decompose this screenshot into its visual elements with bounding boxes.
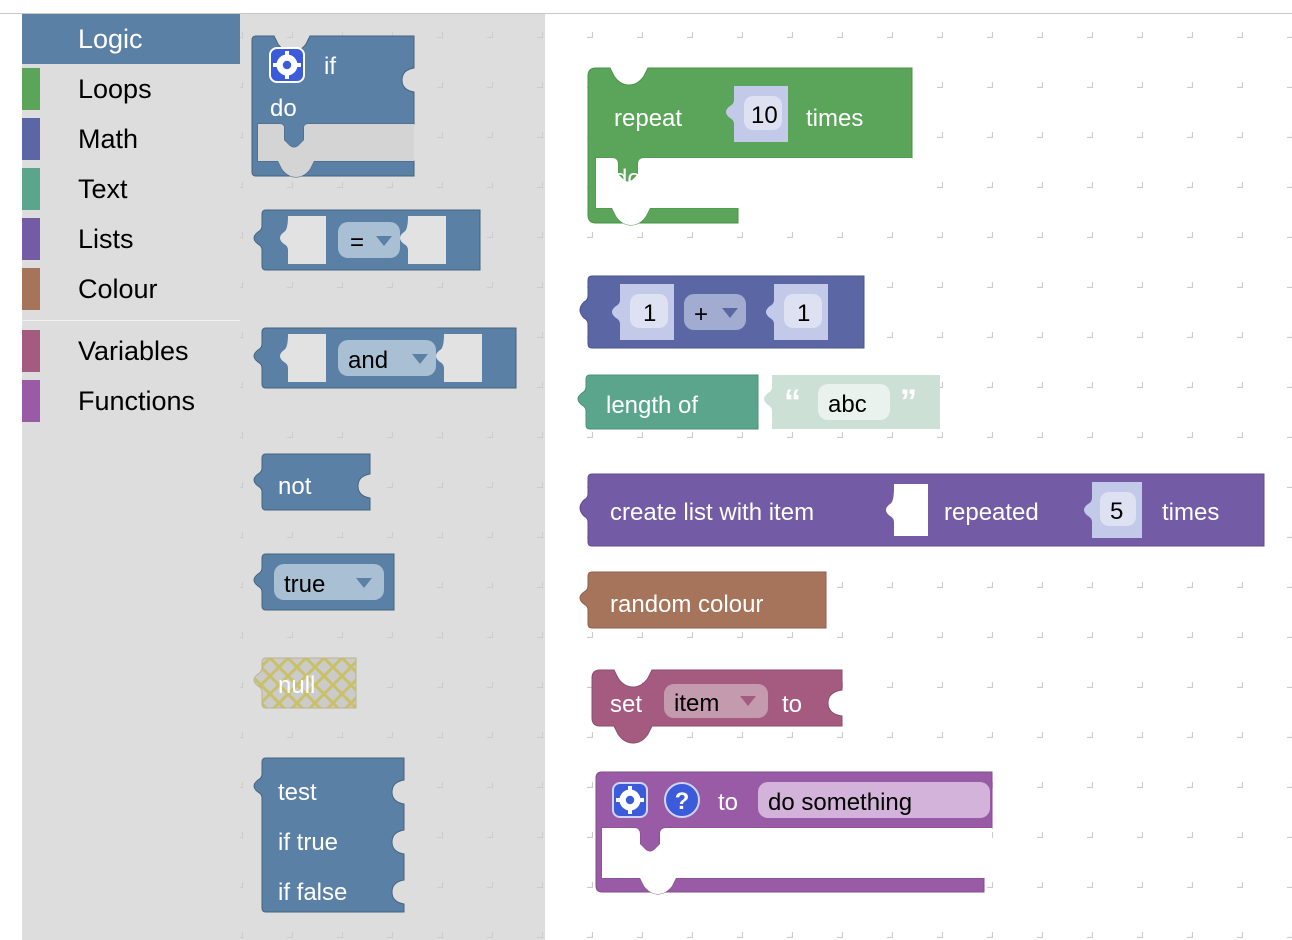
category-label: Functions xyxy=(78,385,196,416)
category-label: Colour xyxy=(78,273,158,304)
flyout-block-logic-compare[interactable]: = xyxy=(252,209,482,280)
ternary-test-label: test xyxy=(278,779,317,806)
category-colour-swatch xyxy=(22,380,40,422)
null-label: null xyxy=(278,672,315,699)
question-glyph: ? xyxy=(675,788,690,815)
lists-count-value: 5 xyxy=(1110,498,1123,525)
text-length-label: length of xyxy=(606,392,698,419)
variable-name: item xyxy=(674,690,719,717)
ternary-iffalse-label: if false xyxy=(278,879,347,906)
repeat-label: repeat xyxy=(614,105,682,132)
procedure-name: do something xyxy=(768,789,912,816)
workspace-block-procedure-def[interactable]: ? to do something xyxy=(595,771,1016,897)
procedure-to-label: to xyxy=(718,789,738,816)
workspace-block-colour-random[interactable]: random colour xyxy=(578,571,838,634)
set-label: set xyxy=(610,691,642,718)
text-value: abc xyxy=(828,391,867,418)
category-colour-swatch xyxy=(22,268,40,310)
times-label: times xyxy=(806,105,863,132)
toolbox-flyout[interactable]: if do = and not true null test if true i… xyxy=(240,14,545,940)
workspace-block-controls-repeat[interactable]: repeat 10 times do xyxy=(587,67,928,228)
flyout-block-logic-boolean[interactable]: true xyxy=(252,553,412,616)
boolean-dropdown-label: true xyxy=(284,571,325,598)
category-colour-swatch xyxy=(22,168,40,210)
colour-random-label: random colour xyxy=(610,591,763,618)
math-right-value: 1 xyxy=(797,300,810,327)
math-operator-label: + xyxy=(694,301,708,328)
workspace-block-text-length[interactable]: length of “ abc ” xyxy=(576,374,956,437)
workspace-block-variables-set[interactable]: set item to xyxy=(591,669,852,744)
lists-label-1: create list with item xyxy=(610,499,814,526)
category-label: Logic xyxy=(78,23,143,54)
flyout-block-logic-null[interactable]: null xyxy=(252,657,392,720)
compare-dropdown[interactable] xyxy=(338,222,400,258)
toolbox-category-logic[interactable]: Logic xyxy=(22,14,240,64)
do-label: do xyxy=(614,165,641,192)
blockly-app: if do = and not true null test if true i… xyxy=(0,0,1292,940)
toolbox-category-variables[interactable]: Variables xyxy=(22,326,240,376)
operation-dropdown-label: and xyxy=(348,347,388,374)
category-label: Loops xyxy=(78,73,152,104)
flyout-block-logic-ternary[interactable]: test if true if false xyxy=(252,757,442,918)
toolbox-separator xyxy=(22,314,240,326)
math-left-value: 1 xyxy=(643,300,656,327)
category-label: Math xyxy=(78,123,139,154)
toolbox-categories[interactable]: Logic Loops Math Text Lists Colour Varia… xyxy=(22,14,240,940)
workspace-block-math-arithmetic[interactable]: 1 + 1 xyxy=(578,275,878,356)
to-label: to xyxy=(782,691,802,718)
flyout-do-label: do xyxy=(270,95,297,122)
toolbox-category-colour[interactable]: Colour xyxy=(22,264,240,314)
category-label: Lists xyxy=(78,223,134,254)
open-quote-icon: “ xyxy=(784,383,801,421)
category-colour-swatch xyxy=(22,118,40,160)
category-label: Text xyxy=(78,173,128,204)
toolbox-category-text[interactable]: Text xyxy=(22,164,240,214)
category-colour-swatch xyxy=(22,68,40,110)
flyout-block-controls-if[interactable]: if do xyxy=(251,35,442,181)
category-colour-swatch xyxy=(22,218,40,260)
toolbox-category-loops[interactable]: Loops xyxy=(22,64,240,114)
lists-label-3: times xyxy=(1162,499,1219,526)
toolbox-category-functions[interactable]: Functions xyxy=(22,376,240,426)
flyout-block-logic-negate[interactable]: not xyxy=(252,453,392,516)
negate-label: not xyxy=(278,473,312,500)
flyout-block-logic-operation[interactable]: and xyxy=(252,327,522,398)
close-quote-icon: ” xyxy=(900,383,917,421)
toolbox-category-lists[interactable]: Lists xyxy=(22,214,240,264)
lists-label-2: repeated xyxy=(944,499,1039,526)
repeat-times-value: 10 xyxy=(751,102,778,129)
flyout-if-label: if xyxy=(324,53,336,80)
separator-rule xyxy=(22,320,240,321)
toolbox-category-math[interactable]: Math xyxy=(22,114,240,164)
workspace-block-lists-repeat[interactable]: create list with item repeated 5 times xyxy=(578,473,1278,554)
compare-dropdown-label: = xyxy=(350,229,364,256)
ternary-iftrue-label: if true xyxy=(278,829,338,856)
category-colour-swatch xyxy=(22,330,40,372)
category-label: Variables xyxy=(78,335,189,366)
